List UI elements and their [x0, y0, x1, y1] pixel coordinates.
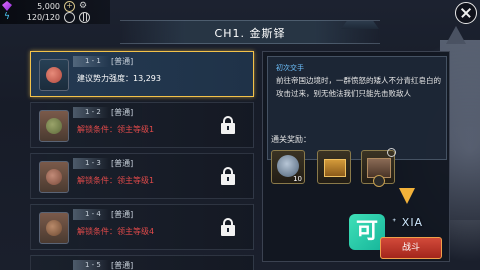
stage-item-1-3[interactable]: 1 - 3 [普通] 解锁条件：领主等级1: [30, 153, 254, 199]
gems-value: 5,000: [37, 1, 60, 11]
stage-number: 1 - 3: [73, 158, 109, 169]
lock-icon: [221, 116, 235, 134]
enemy-portrait: [39, 161, 69, 193]
hero-icon: [277, 155, 299, 177]
globe-icon[interactable]: [79, 11, 90, 23]
enemy-portrait: [39, 212, 69, 244]
rewards-title: 通关奖励：: [271, 135, 311, 144]
stage-item-1-2[interactable]: 1 - 2 [普通] 解锁条件：领主等级1: [30, 102, 254, 148]
stage-item-1-1[interactable]: 1 - 1 [普通] 建议势力强度：13,293: [30, 51, 254, 97]
stage-item-1-4[interactable]: 1 - 4 [普通] 解锁条件：领主等级4: [30, 204, 254, 250]
stage-difficulty: [普通]: [111, 159, 134, 168]
stage-number: 1 - 4: [73, 209, 109, 220]
reward-hero-shard[interactable]: 10: [271, 150, 305, 184]
badge-icon: [373, 175, 385, 187]
resource-hud: 5,000 + ⚙ ϟ 120/120: [0, 0, 110, 24]
energy-icon: ϟ: [4, 12, 10, 22]
enemy-portrait: [39, 59, 69, 91]
stage-difficulty: [普通]: [111, 57, 134, 66]
unlock-condition: 解锁条件：领主等级4: [77, 227, 155, 236]
settings-icon[interactable]: ⚙: [79, 1, 87, 11]
stage-difficulty: [普通]: [111, 108, 134, 117]
add-energy-button[interactable]: [64, 11, 75, 23]
gem-icon: [2, 1, 12, 11]
unlock-condition: 解锁条件：领主等级1: [77, 125, 155, 134]
stage-description: 前往帝国边境时，一群愤怒的矮人不分青红皂白的攻击过来，别无他法我们只能先击败敌人: [276, 76, 441, 98]
stage-item-1-5[interactable]: 1 - 5 [普通]: [30, 255, 254, 270]
magnifier-icon[interactable]: [387, 148, 396, 157]
stage-number: 1 - 2: [73, 107, 109, 118]
recommended-power: 建议势力强度：13,293: [77, 74, 161, 83]
chest-icon: [324, 159, 346, 177]
lock-icon: [221, 167, 235, 185]
energy-value: 120/120: [26, 12, 60, 22]
watermark-text: ᐩ XIA: [392, 216, 424, 229]
unlock-condition: 解锁条件：领主等级1: [77, 176, 155, 185]
stage-subtitle: 初次交手: [276, 64, 304, 72]
battle-button[interactable]: 战斗: [380, 237, 442, 259]
reward-chest[interactable]: [317, 150, 351, 184]
chapter-title: CH1. 金斯铎: [214, 27, 286, 40]
chapter-title-bar: CH1. 金斯铎: [120, 20, 380, 44]
add-gems-button[interactable]: +: [64, 0, 75, 12]
stage-difficulty: [普通]: [111, 261, 134, 270]
energy-row: ϟ 120/120: [2, 11, 90, 23]
stage-number: 1 - 1: [73, 56, 109, 67]
reward-count: 10: [293, 175, 302, 183]
enemy-portrait: [39, 110, 69, 142]
lock-icon: [221, 218, 235, 236]
stage-number: 1 - 5: [73, 260, 109, 270]
close-button[interactable]: [455, 2, 477, 24]
stage-difficulty: [普通]: [111, 210, 134, 219]
